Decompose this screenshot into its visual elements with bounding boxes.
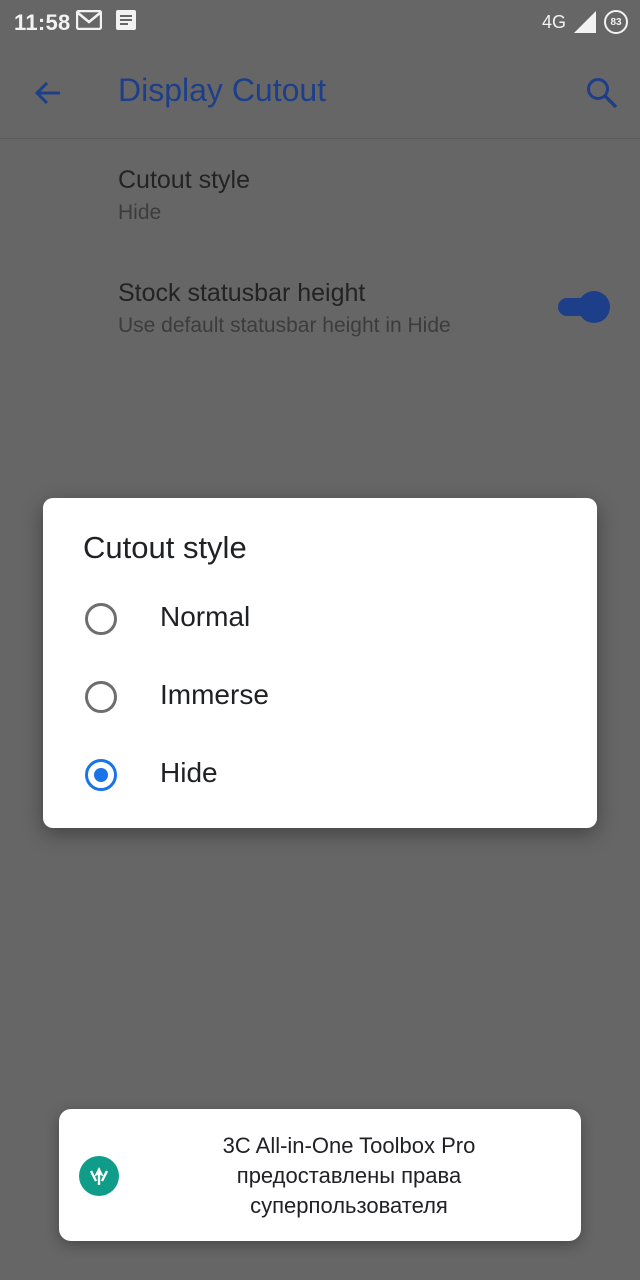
pref-title: Cutout style	[118, 166, 251, 194]
option-label: Hide	[160, 757, 218, 788]
pref-stock-statusbar-height[interactable]: Stock statusbar height Use default statu…	[118, 279, 451, 338]
pref-summary: Hide	[118, 201, 162, 224]
toast-message: 3C All-in-One Toolbox Pro предоставлены …	[179, 1131, 519, 1221]
search-button[interactable]	[578, 69, 626, 117]
option-label: Normal	[160, 601, 251, 632]
toast-line: суперпользователя	[250, 1193, 448, 1218]
status-bar: 11:58 4G 83	[0, 0, 640, 48]
battery-icon: 83	[604, 10, 628, 34]
toast-line: 3C All-in-One Toolbox Pro	[222, 1133, 476, 1158]
battery-level: 83	[610, 16, 622, 28]
page-title: Display Cutout	[118, 72, 327, 108]
option-hide[interactable]: Hide	[43, 736, 597, 814]
pref-summary: Use default statusbar height in Hide	[118, 314, 451, 337]
signal-icon	[574, 11, 596, 33]
radio-button[interactable]	[85, 681, 117, 713]
radio-button-selected[interactable]	[85, 759, 117, 791]
radio-button[interactable]	[85, 603, 117, 635]
search-icon	[587, 78, 618, 109]
toggle-thumb	[578, 291, 610, 323]
back-button[interactable]	[24, 69, 72, 117]
app-bar: Display Cutout	[0, 48, 640, 139]
gmail-icon	[76, 10, 102, 30]
arrow-back-icon	[34, 81, 60, 105]
option-immerse[interactable]: Immerse	[43, 658, 597, 736]
notification-icons	[76, 10, 136, 30]
status-right-icons: 4G 83	[542, 10, 628, 34]
superuser-toast: 3C All-in-One Toolbox Pro предоставлены …	[59, 1109, 581, 1241]
statusbar-height-toggle[interactable]	[556, 290, 610, 324]
document-icon	[116, 10, 136, 30]
cutout-style-dialog: Cutout style Normal Immerse Hide	[43, 498, 597, 828]
toast-line: предоставлены права	[236, 1163, 462, 1188]
option-normal[interactable]: Normal	[43, 580, 597, 658]
status-time: 11:58	[14, 10, 71, 35]
pref-title: Stock statusbar height	[118, 279, 366, 307]
dialog-title: Cutout style	[83, 530, 247, 565]
magisk-icon	[79, 1156, 119, 1196]
magisk-icon	[89, 1167, 109, 1185]
pref-cutout-style[interactable]: Cutout style Hide	[118, 166, 250, 225]
option-label: Immerse	[160, 679, 269, 710]
network-type: 4G	[541, 11, 566, 32]
